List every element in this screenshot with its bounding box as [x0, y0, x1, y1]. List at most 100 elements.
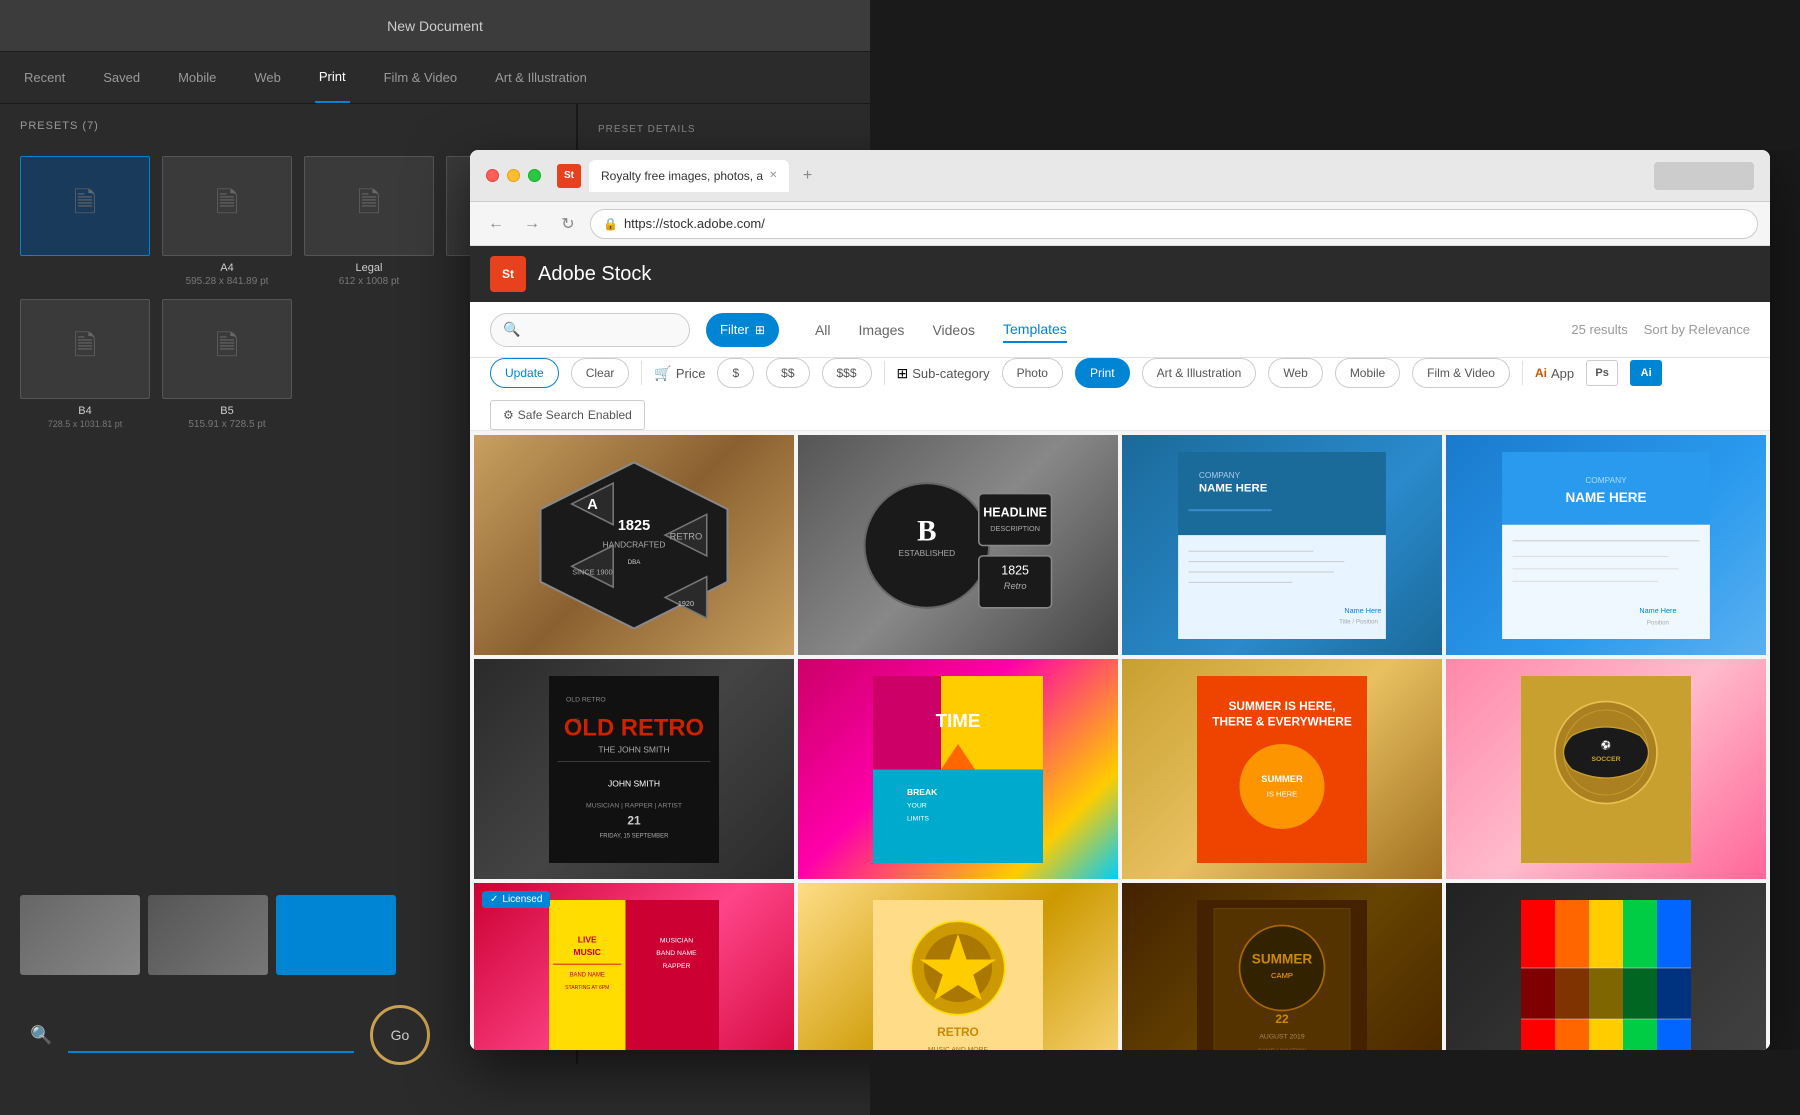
svg-text:RETRO: RETRO	[937, 1025, 979, 1039]
minimize-window-button[interactable]	[507, 169, 520, 182]
app-ai-button[interactable]: Ai	[1630, 360, 1662, 386]
preset-details-label: PRESET DETAILS	[598, 124, 850, 135]
nav-templates[interactable]: Templates	[1003, 317, 1067, 343]
strip-thumb	[20, 895, 140, 975]
preset-dimensions: 515.91 x 728.5 pt	[162, 419, 292, 430]
search-icon: 🔍	[30, 1025, 52, 1046]
svg-text:NAME HERE: NAME HERE	[1199, 482, 1268, 494]
subcategory-mobile[interactable]: Mobile	[1335, 358, 1400, 388]
grid-item-4[interactable]: COMPANY NAME HERE Name Here Position	[1446, 435, 1766, 655]
subcategory-print[interactable]: Print	[1075, 358, 1130, 388]
grid-item-3[interactable]: COMPANY NAME HERE Name Here Title / Posi…	[1122, 435, 1442, 655]
template-preview-3: COMPANY NAME HERE Name Here Title / Posi…	[1146, 452, 1418, 639]
nav-images[interactable]: Images	[859, 318, 905, 342]
ps-search-input[interactable]	[68, 1017, 354, 1053]
nav-videos[interactable]: Videos	[932, 318, 975, 342]
browser-logo: St	[557, 164, 581, 188]
tab-art-illustration[interactable]: Art & Illustration	[491, 52, 591, 103]
svg-text:1825: 1825	[1001, 563, 1029, 577]
maximize-window-button[interactable]	[528, 169, 541, 182]
svg-text:BAND NAME: BAND NAME	[570, 972, 605, 978]
stock-search-box[interactable]: 🔍	[490, 313, 690, 347]
subcategory-film[interactable]: Film & Video	[1412, 358, 1510, 388]
nav-all[interactable]: All	[815, 318, 831, 342]
svg-text:AUGUST 2019: AUGUST 2019	[1259, 1033, 1304, 1040]
browser-chrome: St Royalty free images, photos, a ✕ +	[470, 150, 1770, 202]
svg-text:MUSICIAN | RAPPER | ARTIST: MUSICIAN | RAPPER | ARTIST	[586, 802, 682, 809]
tab-saved[interactable]: Saved	[99, 52, 144, 103]
svg-text:DBA: DBA	[628, 559, 642, 566]
svg-text:SUMMER: SUMMER	[1261, 774, 1303, 784]
filter-divider	[1522, 361, 1523, 385]
grid-item-6[interactable]: TIME BREAK YOUR LIMITS	[798, 659, 1118, 879]
svg-text:RAPPER: RAPPER	[663, 963, 691, 970]
forward-button[interactable]: →	[518, 210, 546, 238]
grid-item-12[interactable]	[1446, 883, 1766, 1050]
browser-tab-active[interactable]: Royalty free images, photos, a ✕	[589, 160, 789, 192]
preset-name: B5	[162, 405, 292, 417]
svg-text:Position: Position	[1647, 619, 1670, 626]
sort-by[interactable]: Sort by Relevance	[1644, 322, 1750, 337]
subcategory-web[interactable]: Web	[1268, 358, 1322, 388]
price-filter-2[interactable]: $$	[766, 358, 809, 388]
ps-titlebar: New Document	[0, 0, 870, 52]
tab-mobile[interactable]: Mobile	[174, 52, 220, 103]
new-tab-button[interactable]: +	[793, 162, 821, 190]
svg-text:JOHN SMITH: JOHN SMITH	[608, 778, 660, 788]
cart-icon: 🛒	[654, 365, 671, 382]
back-button[interactable]: ←	[482, 210, 510, 238]
subcategory-photo[interactable]: Photo	[1002, 358, 1063, 388]
svg-text:COMPANY: COMPANY	[1199, 469, 1241, 479]
price-filter-3[interactable]: $$$	[822, 358, 872, 388]
preset-card-b4[interactable]: 🗎 B4 728.5 x 1031.81 pt	[20, 299, 150, 430]
ai-brand-icon: Ai	[1535, 366, 1547, 380]
filter-button[interactable]: Filter ⊞	[706, 313, 779, 347]
template-preview-6: TIME BREAK YOUR LIMITS	[822, 676, 1094, 863]
template-preview-8: ⚽ SOCCER	[1470, 676, 1742, 863]
address-bar[interactable]: 🔒 https://stock.adobe.com/	[590, 209, 1758, 239]
ps-searchbar: 🔍 Go	[0, 1005, 460, 1065]
svg-text:THERE & EVERYWHERE: THERE & EVERYWHERE	[1212, 714, 1352, 728]
strip-thumb	[148, 895, 268, 975]
svg-text:NAME HERE: NAME HERE	[1565, 489, 1646, 504]
template-preview-10: RETRO MUSIC AND MORE SATURDAY NIGHT	[822, 900, 1094, 1051]
grid-item-11[interactable]: SUMMER CAMP 22 AUGUST 2019 CAMP LOCATION	[1122, 883, 1442, 1050]
refresh-button[interactable]: ↻	[554, 210, 582, 238]
results-count: 25 results	[1571, 322, 1627, 337]
document-icon: 🗎	[358, 182, 381, 230]
tab-print[interactable]: Print	[315, 52, 350, 103]
subcategory-art[interactable]: Art & Illustration	[1142, 358, 1257, 388]
preset-name: B4	[20, 405, 150, 417]
svg-text:MUSIC: MUSIC	[574, 947, 601, 957]
tab-close-button[interactable]: ✕	[769, 170, 777, 181]
grid-item-8[interactable]: ⚽ SOCCER	[1446, 659, 1766, 879]
stock-logo: St	[490, 256, 526, 292]
app-ps-button[interactable]: Ps	[1586, 360, 1618, 386]
preset-card-selected[interactable]: 🗎	[20, 156, 150, 287]
update-filter-button[interactable]: Update	[490, 358, 559, 388]
grid-item-5[interactable]: OLD RETRO OLD RETRO THE JOHN SMITH JOHN …	[474, 659, 794, 879]
preset-card-legal[interactable]: 🗎 Legal 612 x 1008 pt	[304, 156, 434, 287]
grid-item-2[interactable]: B ESTABLISHED HEADLINE DESCRIPTION 1825 …	[798, 435, 1118, 655]
svg-text:HEADLINE: HEADLINE	[983, 505, 1047, 519]
clear-filter-button[interactable]: Clear	[571, 358, 630, 388]
template-preview-4: COMPANY NAME HERE Name Here Position	[1470, 452, 1742, 639]
svg-text:COMPANY: COMPANY	[1585, 475, 1627, 485]
go-button[interactable]: Go	[370, 1005, 430, 1065]
grid-item-10[interactable]: RETRO MUSIC AND MORE SATURDAY NIGHT	[798, 883, 1118, 1050]
grid-item-1[interactable]: 1825 HANDCRAFTED DBA A RETRO SINCE 1900 …	[474, 435, 794, 655]
stock-header: St Adobe Stock	[470, 246, 1770, 302]
tab-film-video[interactable]: Film & Video	[380, 52, 461, 103]
grid-item-9[interactable]: ✓ Licensed LIVE MUSIC BAND NAME STARTING…	[474, 883, 794, 1050]
grid-item-7[interactable]: SUMMER IS HERE, THERE & EVERYWHERE SUMME…	[1122, 659, 1442, 879]
close-window-button[interactable]	[486, 169, 499, 182]
template-preview-12	[1470, 900, 1742, 1051]
tab-web[interactable]: Web	[250, 52, 285, 103]
preset-card-a4[interactable]: 🗎 A4 595.28 x 841.89 pt	[162, 156, 292, 287]
tab-recent[interactable]: Recent	[20, 52, 69, 103]
preset-card-b5[interactable]: 🗎 B5 515.91 x 728.5 pt	[162, 299, 292, 430]
safe-search-button[interactable]: ⚙ Safe Search Enabled	[490, 400, 645, 430]
price-filter-1[interactable]: $	[717, 358, 754, 388]
bg-extension-bottom	[870, 1050, 1800, 1115]
svg-text:OLD RETRO: OLD RETRO	[566, 696, 606, 703]
